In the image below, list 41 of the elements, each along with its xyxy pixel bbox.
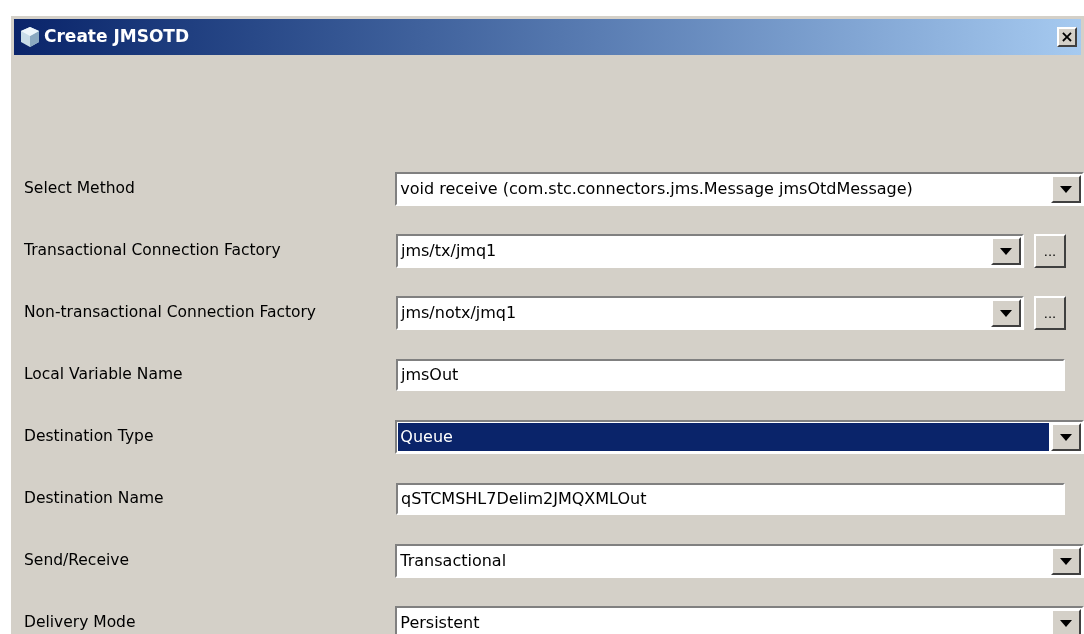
field-label: Send/Receive bbox=[23, 550, 130, 572]
dropdown-arrow-button[interactable] bbox=[1051, 175, 1081, 203]
dropdown-field[interactable]: void receive (com.stc.connectors.jms.Message jmsOtdMessage) bbox=[395, 172, 1084, 206]
field-label: Transactional Connection Factory bbox=[23, 240, 282, 262]
dropdown-arrow-button[interactable] bbox=[991, 299, 1021, 327]
caret-down-icon bbox=[1060, 433, 1072, 441]
caret-down-icon bbox=[1060, 619, 1072, 627]
dropdown-arrow-button[interactable] bbox=[1051, 423, 1081, 451]
text-field[interactable]: jmsOut bbox=[396, 359, 1065, 391]
cube-icon bbox=[20, 26, 40, 48]
field-value: jms/tx/jmq1 bbox=[399, 240, 498, 262]
dropdown-arrow-button[interactable] bbox=[1051, 609, 1081, 634]
dropdown-field[interactable]: jms/tx/jmq1 bbox=[396, 234, 1024, 268]
field-label: Local Variable Name bbox=[23, 364, 184, 386]
caret-down-icon bbox=[1060, 557, 1072, 565]
dropdown-field[interactable]: Persistent bbox=[395, 606, 1084, 634]
browse-button[interactable]: ... bbox=[1034, 296, 1066, 330]
caret-down-icon bbox=[1000, 309, 1012, 317]
caret-down-icon bbox=[1060, 185, 1072, 193]
field-label: Select Method bbox=[23, 178, 136, 200]
dropdown-arrow-button[interactable] bbox=[1051, 547, 1081, 575]
field-value: Persistent bbox=[399, 612, 481, 634]
field-value: qSTCMSHL7Delim2JMQXMLOut bbox=[400, 488, 648, 510]
window-title: Create JMSOTD bbox=[44, 25, 190, 49]
dropdown-field[interactable]: Transactional bbox=[395, 544, 1084, 578]
close-button[interactable]: × bbox=[1057, 27, 1077, 47]
field-value: Transactional bbox=[399, 550, 508, 572]
field-label: Non-transactional Connection Factory bbox=[23, 302, 318, 324]
field-label: Destination Type bbox=[23, 426, 155, 448]
field-label: Destination Name bbox=[23, 488, 165, 510]
field-value: jmsOut bbox=[399, 364, 460, 386]
dropdown-arrow-button[interactable] bbox=[991, 237, 1021, 265]
field-value: Queue bbox=[399, 426, 454, 448]
field-value: void receive (com.stc.connectors.jms.Message jmsOtdMessage) bbox=[399, 178, 914, 200]
caret-down-icon bbox=[1000, 247, 1012, 255]
dropdown-field[interactable]: jms/notx/jmq1 bbox=[396, 296, 1024, 330]
browse-button[interactable]: ... bbox=[1034, 234, 1066, 268]
dropdown-field[interactable]: Queue bbox=[395, 420, 1084, 454]
field-label: Delivery Mode bbox=[23, 612, 137, 634]
text-field[interactable]: qSTCMSHL7Delim2JMQXMLOut bbox=[396, 483, 1065, 515]
field-value: jms/notx/jmq1 bbox=[399, 302, 518, 324]
